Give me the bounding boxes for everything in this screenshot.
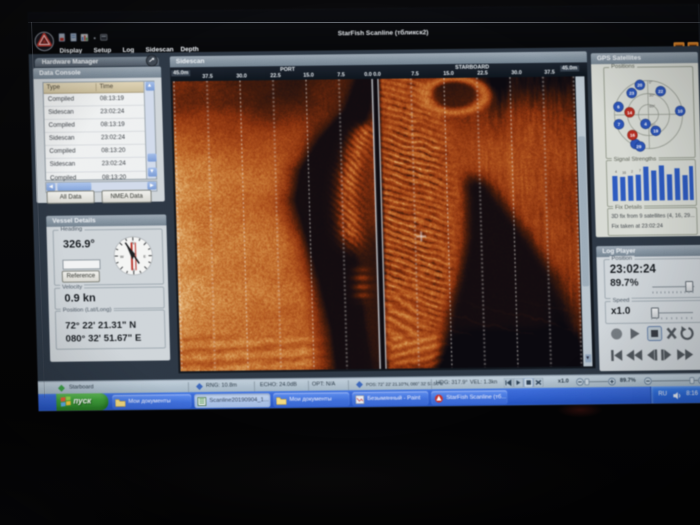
- svg-text:7: 7: [639, 169, 641, 173]
- svg-text:14: 14: [627, 110, 633, 115]
- svg-text:4: 4: [615, 170, 617, 174]
- svg-text:22: 22: [658, 89, 664, 94]
- svg-text:19: 19: [653, 129, 659, 134]
- svg-text:20: 20: [637, 83, 643, 88]
- svg-text:29: 29: [636, 144, 642, 149]
- svg-text:W: W: [120, 255, 124, 259]
- svg-text:10: 10: [678, 109, 684, 114]
- svg-text:60°: 60°: [649, 103, 656, 108]
- svg-text:30°: 30°: [649, 92, 656, 97]
- svg-text:16: 16: [622, 171, 626, 175]
- svg-text:0°: 0°: [649, 80, 653, 85]
- svg-text:23: 23: [629, 91, 635, 96]
- svg-text:16: 16: [630, 133, 636, 138]
- svg-text:2: 2: [631, 170, 633, 174]
